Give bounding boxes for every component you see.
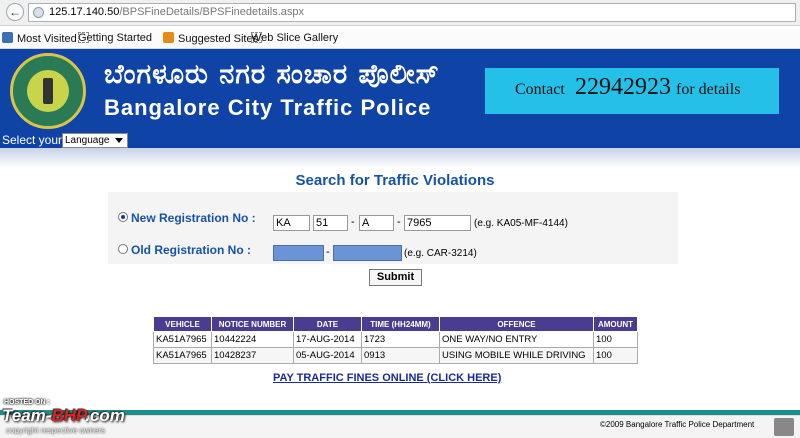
cell-amount: 100 [593, 347, 638, 364]
new-reg-series-field[interactable]: A [359, 215, 394, 231]
column-header-amount: AMOUNT [593, 316, 638, 332]
table-row: KA51A7965 10428237 05-AUG-2014 0913 USIN… [153, 347, 638, 364]
url-field[interactable]: 125.17.140.50/BPSFineDetails/BPSFinedeta… [28, 3, 796, 22]
cell-offence: USING MOBILE WHILE DRIVING [439, 347, 594, 364]
header-gradient [0, 148, 800, 168]
cell-notice-number: 10442224 [211, 331, 294, 348]
traffic-light-icon [43, 78, 53, 104]
contact-number: 22942923 [575, 74, 671, 100]
old-registration-label: Old Registration No : [131, 243, 251, 257]
contact-prefix: Contact [515, 81, 565, 98]
cell-notice-number: 10428237 [211, 347, 294, 364]
suggested-sites-icon [163, 32, 174, 43]
cell-vehicle: KA51A7965 [153, 347, 212, 364]
bookmark-getting-started[interactable]: Getting Started [78, 32, 152, 44]
column-header-date: DATE [293, 316, 362, 332]
watermark-logo: Team-BHP.com [2, 406, 125, 425]
language-label: Select your: [2, 133, 65, 147]
violations-table: VEHICLE NOTICE NUMBER DATE TIME (HH24MM)… [153, 316, 638, 364]
column-header-vehicle: VEHICLE [153, 316, 212, 332]
cell-time: 0913 [361, 347, 440, 364]
field-separator: - [351, 216, 355, 228]
table-row: KA51A7965 10442224 17-AUG-2014 1723 ONE … [153, 331, 638, 348]
submit-button[interactable]: Submit [369, 269, 422, 286]
address-bar: ← 125.17.140.50/BPSFineDetails/BPSFinede… [0, 0, 800, 26]
bookmarks-bar: Most Visited Getting Started Suggested S… [0, 29, 800, 49]
field-separator: - [397, 216, 401, 228]
language-value: Language [65, 135, 110, 146]
column-header-notice-number: NOTICE NUMBER [211, 316, 294, 332]
chevron-down-icon [115, 138, 123, 143]
pay-fines-online-link[interactable]: PAY TRAFFIC FINES ONLINE (CLICK HERE) [273, 372, 501, 384]
new-registration-radio[interactable] [118, 212, 128, 222]
old-reg-number-field[interactable] [333, 245, 402, 261]
watermark-subtitle: copyright respective owners [6, 426, 106, 435]
language-select[interactable]: Language [62, 133, 128, 148]
table-header-row: VEHICLE NOTICE NUMBER DATE TIME (HH24MM)… [153, 316, 638, 332]
site-title-kannada: ಬೆಂಗಳೂರು ನಗರ ಸಂಚಾರ ಪೊಲೀಸ್ [104, 59, 440, 90]
new-reg-district-field[interactable]: 51 [313, 215, 348, 231]
field-separator: - [326, 246, 330, 258]
search-title: Search for Traffic Violations [295, 172, 495, 189]
page-icon [78, 32, 89, 43]
contact-box: Contact 22942923 for details [485, 68, 779, 114]
site-title-english: Bangalore City Traffic Police [104, 95, 432, 120]
page-icon [251, 32, 262, 43]
column-header-offence: OFFENCE [439, 316, 594, 332]
column-header-time: TIME (HH24MM) [361, 316, 440, 332]
language-bar: Select your: Language [0, 133, 800, 148]
watermark-hosted-label: HOSTED ON : [4, 399, 50, 406]
bookmark-folder-icon [2, 32, 13, 43]
cell-date: 05-AUG-2014 [293, 347, 362, 364]
globe-icon [33, 7, 44, 18]
cell-amount: 100 [593, 331, 638, 348]
cell-date: 17-AUG-2014 [293, 331, 362, 348]
cell-time: 1723 [361, 331, 440, 348]
bookmark-web-slice-gallery[interactable]: Web Slice Gallery [251, 32, 338, 44]
resize-icon [774, 418, 794, 436]
new-reg-number-field[interactable]: 7965 [404, 215, 471, 231]
new-reg-example: (e.g. KA05-MF-4144) [474, 218, 568, 229]
new-reg-state-field[interactable]: KA [273, 215, 310, 231]
bookmark-most-visited[interactable]: Most Visited [2, 32, 77, 45]
cell-offence: ONE WAY/NO ENTRY [439, 331, 594, 348]
old-reg-example: (e.g. CAR-3214) [404, 248, 477, 259]
contact-suffix: for details [676, 81, 741, 98]
new-registration-label: New Registration No : [131, 211, 256, 225]
url-text: 125.17.140.50/BPSFineDetails/BPSFinedeta… [49, 6, 305, 18]
bookmark-suggested-sites[interactable]: Suggested Sites [163, 32, 258, 45]
old-registration-radio[interactable] [118, 244, 128, 254]
cell-vehicle: KA51A7965 [153, 331, 212, 348]
police-logo [10, 53, 86, 129]
site-header: ಬೆಂಗಳೂರು ನಗರ ಸಂಚಾರ ಪೊಲೀಸ್ Bangalore City… [0, 49, 800, 133]
back-button[interactable]: ← [6, 3, 24, 21]
old-reg-prefix-field[interactable] [273, 245, 324, 261]
copyright-text: ©2009 Bangalore Traffic Police Departmen… [600, 420, 755, 429]
